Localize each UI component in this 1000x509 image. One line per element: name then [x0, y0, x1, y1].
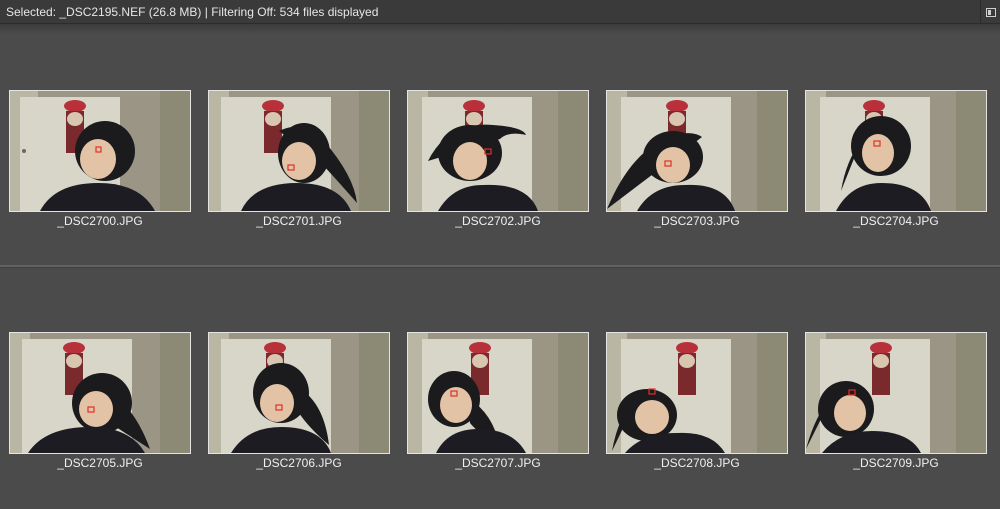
photo-thumbnail[interactable]: [9, 332, 191, 454]
photo-image: [10, 91, 190, 211]
row-divider: [0, 265, 1000, 268]
photo-thumbnail[interactable]: [606, 332, 788, 454]
photo-thumbnail[interactable]: [9, 90, 191, 212]
photo-image: [10, 333, 190, 453]
photo-image: [209, 91, 389, 211]
thumbnail-filename: _DSC2709.JPG: [853, 456, 939, 470]
photo-image: [806, 333, 986, 453]
status-bar: Selected: _DSC2195.NEF (26.8 MB) | Filte…: [0, 0, 1000, 24]
photo-image: [607, 91, 787, 211]
photo-image: [607, 333, 787, 453]
photo-image: [408, 333, 588, 453]
photo-thumbnail[interactable]: [606, 90, 788, 212]
photo-thumbnail[interactable]: [805, 90, 987, 212]
thumbnail-filename: _DSC2703.JPG: [654, 214, 740, 228]
status-text: Selected: _DSC2195.NEF (26.8 MB) | Filte…: [6, 5, 379, 19]
panel-toggle-icon: [985, 7, 996, 17]
panel-toggle-button[interactable]: [980, 0, 1000, 24]
thumbnail-filename: _DSC2705.JPG: [57, 456, 143, 470]
photo-image: [806, 91, 986, 211]
thumbnail-filename: _DSC2708.JPG: [654, 456, 740, 470]
thumbnail-filename: _DSC2701.JPG: [256, 214, 342, 228]
content-top-shadow: [0, 24, 1000, 34]
photo-image: [408, 91, 588, 211]
photo-thumbnail[interactable]: [407, 332, 589, 454]
thumbnail-filename: _DSC2707.JPG: [455, 456, 541, 470]
thumbnail-filename: _DSC2702.JPG: [455, 214, 541, 228]
thumbnail-filename: _DSC2700.JPG: [57, 214, 143, 228]
photo-image: [209, 333, 389, 453]
thumbnail-filename: _DSC2704.JPG: [853, 214, 939, 228]
browser-window: Selected: _DSC2195.NEF (26.8 MB) | Filte…: [0, 0, 1000, 509]
photo-thumbnail[interactable]: [407, 90, 589, 212]
photo-thumbnail[interactable]: [805, 332, 987, 454]
photo-thumbnail[interactable]: [208, 332, 390, 454]
thumbnail-filename: _DSC2706.JPG: [256, 456, 342, 470]
photo-thumbnail[interactable]: [208, 90, 390, 212]
